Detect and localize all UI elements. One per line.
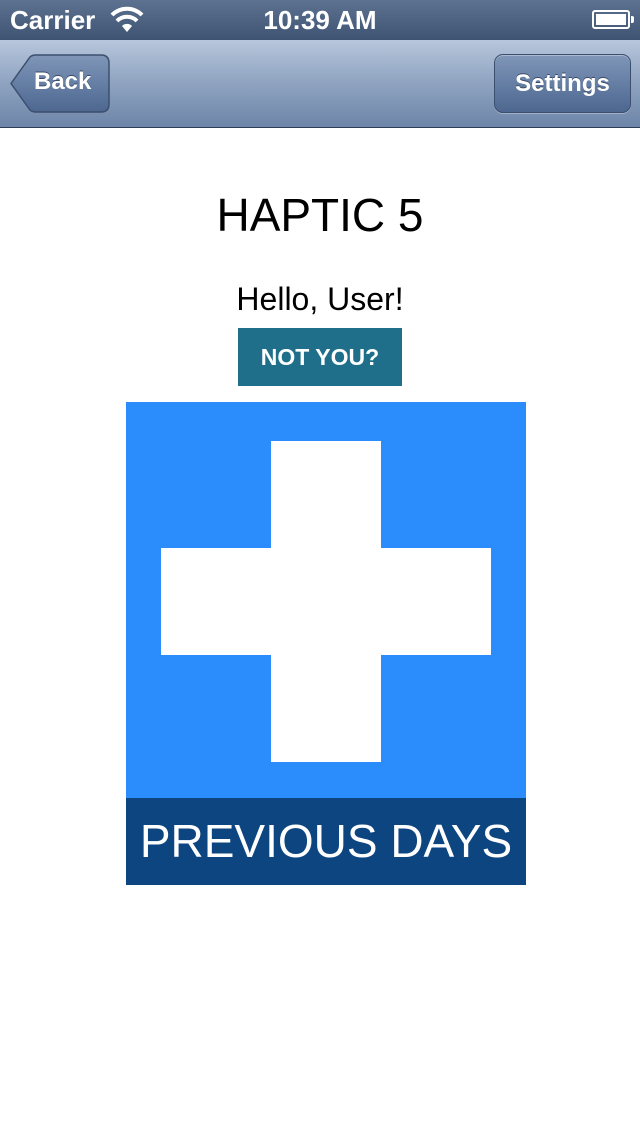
battery-icon	[592, 10, 634, 29]
back-button-label: Back	[34, 68, 92, 95]
status-bar: Carrier 10:39 AM	[0, 0, 640, 40]
page-title: HAPTIC 5	[216, 189, 424, 241]
previous-days-button[interactable]: PREVIOUS DAYS	[126, 798, 526, 885]
not-you-button[interactable]: NOT YOU?	[238, 328, 402, 386]
status-time: 10:39 AM	[263, 5, 377, 35]
add-entry-button[interactable]	[126, 402, 526, 798]
navigation-bar: Back Settings	[0, 40, 640, 128]
settings-button[interactable]: Settings	[494, 54, 631, 113]
greeting-text: Hello, User!	[236, 281, 404, 317]
back-button[interactable]: Back	[10, 54, 110, 113]
